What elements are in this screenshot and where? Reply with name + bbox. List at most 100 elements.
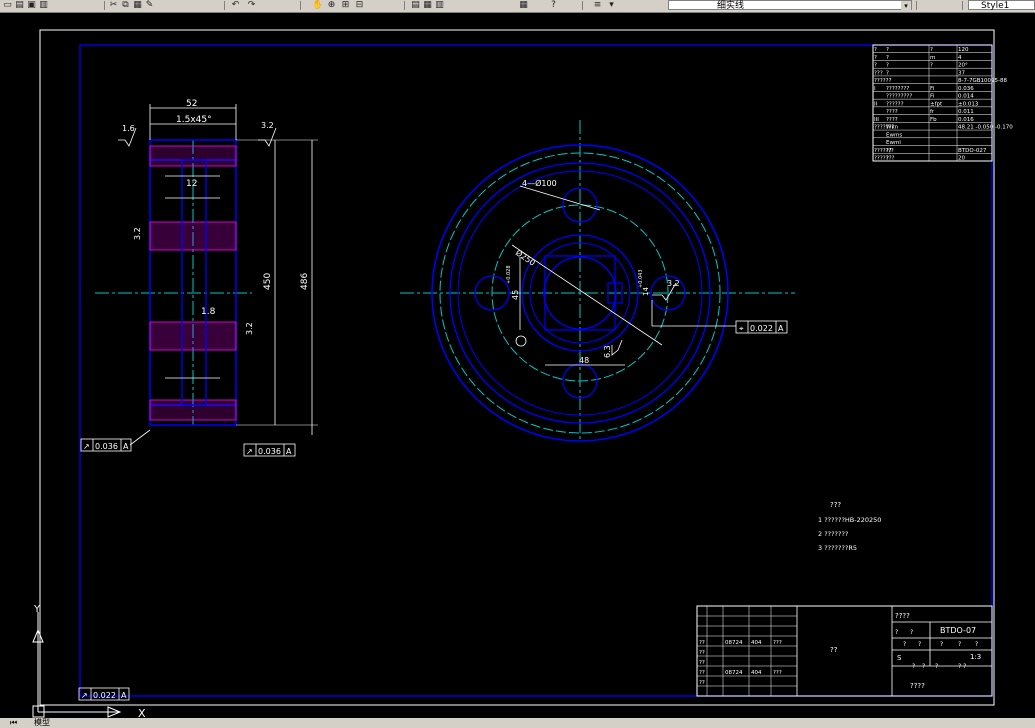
- param-cell: fr: [930, 109, 935, 115]
- tol-bottom-value: 0.022: [93, 691, 116, 700]
- tol-right-datum: A: [286, 447, 292, 456]
- redo-icon[interactable]: ↷: [246, 0, 257, 10]
- param-cell: Fi: [930, 86, 935, 92]
- param-cell: 48.21 -0.050 -0.170: [958, 125, 1013, 131]
- title-block: ???? BTDO-07 ?? 1:3 S ???? ? ? ? ? ? ? ?…: [696, 605, 993, 697]
- param-cell: ???: [874, 70, 883, 76]
- param-cell: ??????: [874, 78, 892, 84]
- param-cell: 0.011: [958, 109, 974, 115]
- help-icon[interactable]: ?: [548, 0, 559, 10]
- pcd-label: Ø250: [514, 247, 537, 267]
- zoom-previous-icon[interactable]: ⊟: [354, 0, 365, 10]
- toolbar-separator: [404, 1, 405, 10]
- text-style-dropdown[interactable]: Style1: [968, 0, 1035, 11]
- title-block-cell: ??: [699, 640, 705, 646]
- part-name: ??: [830, 646, 838, 654]
- new-icon[interactable]: ▭: [2, 0, 13, 10]
- drawing-canvas[interactable]: 52 1.5x45° 12 1.8 450 486 1.6 3.2 3.2 3.…: [0, 12, 1035, 720]
- layer-manager-icon[interactable]: ≡: [592, 0, 603, 10]
- drawing-svg: 52 1.5x45° 12 1.8 450 486 1.6 3.2 3.2 3.…: [32, 29, 1013, 720]
- notes-title: ???: [830, 501, 841, 509]
- copy-icon[interactable]: ⧉: [120, 0, 131, 10]
- nav-first-icon[interactable]: ⏮: [10, 718, 17, 728]
- style-value: Style1: [981, 1, 1010, 11]
- title-block-cell: ??: [699, 660, 705, 666]
- param-cell: ?/?: [886, 148, 894, 154]
- title-org: ????: [895, 612, 910, 620]
- calculator-icon[interactable]: ▦: [518, 0, 529, 10]
- ucs-y-label: Y: [33, 604, 41, 615]
- tol-front-value: 0.022: [750, 324, 773, 333]
- title-block-cell: 08724: [725, 640, 743, 646]
- bore-dim: 45: [511, 290, 520, 300]
- rough-right: 3.2: [261, 121, 274, 130]
- zoom-realtime-icon[interactable]: ⊕: [326, 0, 337, 10]
- dim-bore-depth: 1.8: [201, 307, 216, 317]
- param-cell: ±0.013: [958, 101, 979, 107]
- dim-chamfer: 1.5x45°: [176, 115, 212, 125]
- holes-note: 4—Ø100: [522, 178, 557, 188]
- param-cell: Fb: [930, 117, 937, 123]
- param-cell: ?: [886, 55, 889, 61]
- ucs-x-label: X: [138, 707, 146, 718]
- layer-dropdown[interactable]: 细实线 ▾: [668, 0, 912, 11]
- drawing-border: [79, 44, 993, 697]
- match-properties-icon[interactable]: ✎: [144, 0, 155, 10]
- title-cell: ?: [975, 641, 978, 648]
- layer-state-icon[interactable]: ▾: [606, 0, 617, 10]
- open-icon[interactable]: ▤: [14, 0, 25, 10]
- pan-icon[interactable]: ✋: [312, 0, 323, 10]
- cut-icon[interactable]: ✂: [108, 0, 119, 10]
- properties-icon[interactable]: ▤: [410, 0, 421, 10]
- param-cell: Fi: [930, 94, 935, 100]
- rough-side: 3.2: [133, 227, 142, 240]
- ucs-icon: Y X: [32, 604, 146, 720]
- technical-notes: ??? 1 ??????HB-220250 2 ??????? 3 ??????…: [818, 501, 881, 552]
- title-block-cell: 08724: [725, 670, 743, 676]
- title-block-cell: ??: [699, 670, 705, 676]
- param-cell: ?: [886, 156, 889, 162]
- title-cell: ?: [895, 629, 898, 636]
- param-cell: II: [874, 101, 878, 107]
- drawing-number: BTDO-07: [940, 626, 976, 635]
- param-cell: ???????: [874, 156, 895, 162]
- rough-left: 1.6: [122, 124, 135, 133]
- param-cell: ?: [886, 47, 889, 53]
- param-cell: ?: [886, 63, 889, 69]
- param-cell: ??????: [886, 101, 904, 107]
- tab-model[interactable]: 模型: [34, 718, 50, 728]
- print-icon[interactable]: ▥: [38, 0, 49, 10]
- param-cell: ????????: [886, 86, 909, 92]
- param-cell: 20: [958, 156, 965, 162]
- param-cell: ?: [874, 55, 877, 61]
- param-cell: ?: [886, 70, 889, 76]
- dim-width: 52: [186, 99, 197, 109]
- title-cell: ?: [935, 663, 938, 670]
- zoom-window-icon[interactable]: ⊞: [340, 0, 351, 10]
- undo-icon[interactable]: ↶: [230, 0, 241, 10]
- param-cell: Ewmi: [886, 140, 901, 146]
- title-block-cell: 404: [751, 640, 762, 646]
- param-cell: III: [874, 117, 879, 123]
- title-cell: ?: [922, 663, 925, 670]
- param-cell: Ewms: [886, 132, 902, 138]
- param-cell: I: [874, 86, 876, 92]
- dim-hub-width: 12: [186, 179, 197, 189]
- paste-icon[interactable]: ▦: [132, 0, 143, 10]
- rough-key: 3.2: [667, 279, 680, 288]
- dim-dia-inner: 450: [263, 273, 273, 290]
- dim-dia-outer: 486: [300, 273, 310, 290]
- param-cell: 8-7-7GB10095-88: [958, 78, 1007, 84]
- title-block-cell: ??: [699, 650, 705, 656]
- tol-right-value: 0.036: [258, 447, 281, 456]
- tol-left-value: 0.036: [95, 442, 118, 451]
- title-cell: ?: [958, 641, 961, 648]
- param-cell: ±fpt: [930, 101, 943, 107]
- tool-palettes-icon[interactable]: ▥: [434, 0, 445, 10]
- note-item: 2 ???????: [818, 530, 848, 538]
- toolbar-separator: [224, 1, 225, 10]
- design-center-icon[interactable]: ▦: [422, 0, 433, 10]
- save-icon[interactable]: ▣: [26, 0, 37, 10]
- title-block-cell: ???: [773, 670, 782, 676]
- chevron-down-icon[interactable]: ▾: [901, 1, 911, 11]
